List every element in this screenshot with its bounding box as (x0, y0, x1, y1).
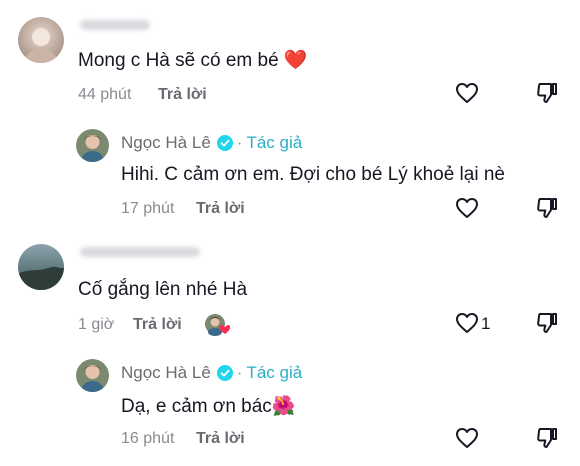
separator-dot: · (236, 363, 243, 382)
thumbs-down-outline-icon[interactable] (536, 312, 558, 334)
comment-text: Cố gắng lên nhé Hà (78, 279, 248, 300)
author-row: Ngọc Hà Lê · Tác giả (121, 363, 302, 383)
comment-time: 1 giờ (78, 316, 115, 333)
reply-button[interactable]: Trả lời (196, 430, 245, 448)
comment-text: Mong c Hà sẽ có em bé ❤️ (78, 50, 308, 71)
heart-outline-icon[interactable] (455, 82, 479, 104)
separator-dot: · (236, 133, 243, 152)
reply-text: Dạ, e cảm ơn bác🌺 (121, 396, 296, 417)
commenter-avatar[interactable] (18, 244, 64, 290)
thumbs-down-outline-icon[interactable] (536, 197, 558, 219)
like-count: 1 (481, 314, 491, 333)
author-avatar[interactable] (76, 129, 109, 162)
thumbs-down-outline-icon[interactable] (536, 427, 558, 449)
commenter-avatar[interactable] (18, 17, 64, 63)
commenter-name-blurred (80, 247, 200, 257)
heart-outline-icon[interactable] (455, 312, 479, 334)
reply-time: 16 phút (121, 430, 175, 447)
commenter-name-blurred (80, 20, 150, 30)
author-tag: Tác giả (246, 363, 303, 382)
reply-button[interactable]: Trả lời (158, 86, 207, 104)
author-name[interactable]: Ngọc Hà Lê (121, 363, 211, 383)
author-name[interactable]: Ngọc Hà Lê (121, 133, 211, 153)
author-tag: Tác giả (246, 133, 303, 152)
heart-outline-icon[interactable] (455, 427, 479, 449)
heart-outline-icon[interactable] (455, 197, 479, 219)
creator-liked-avatar-icon (204, 312, 230, 336)
reply-button[interactable]: Trả lời (196, 200, 245, 218)
reply-button[interactable]: Trả lời (133, 316, 182, 334)
verified-check-icon (216, 135, 233, 151)
verified-check-icon (216, 365, 233, 381)
comment-time: 44 phút (78, 86, 132, 103)
reply-text: Hihi. C cảm ơn em. Đợi cho bé Lý khoẻ lạ… (121, 164, 505, 185)
author-row: Ngọc Hà Lê · Tác giả (121, 133, 302, 153)
reply-time: 17 phút (121, 200, 175, 217)
thumbs-down-outline-icon[interactable] (536, 82, 558, 104)
author-avatar[interactable] (76, 359, 109, 392)
